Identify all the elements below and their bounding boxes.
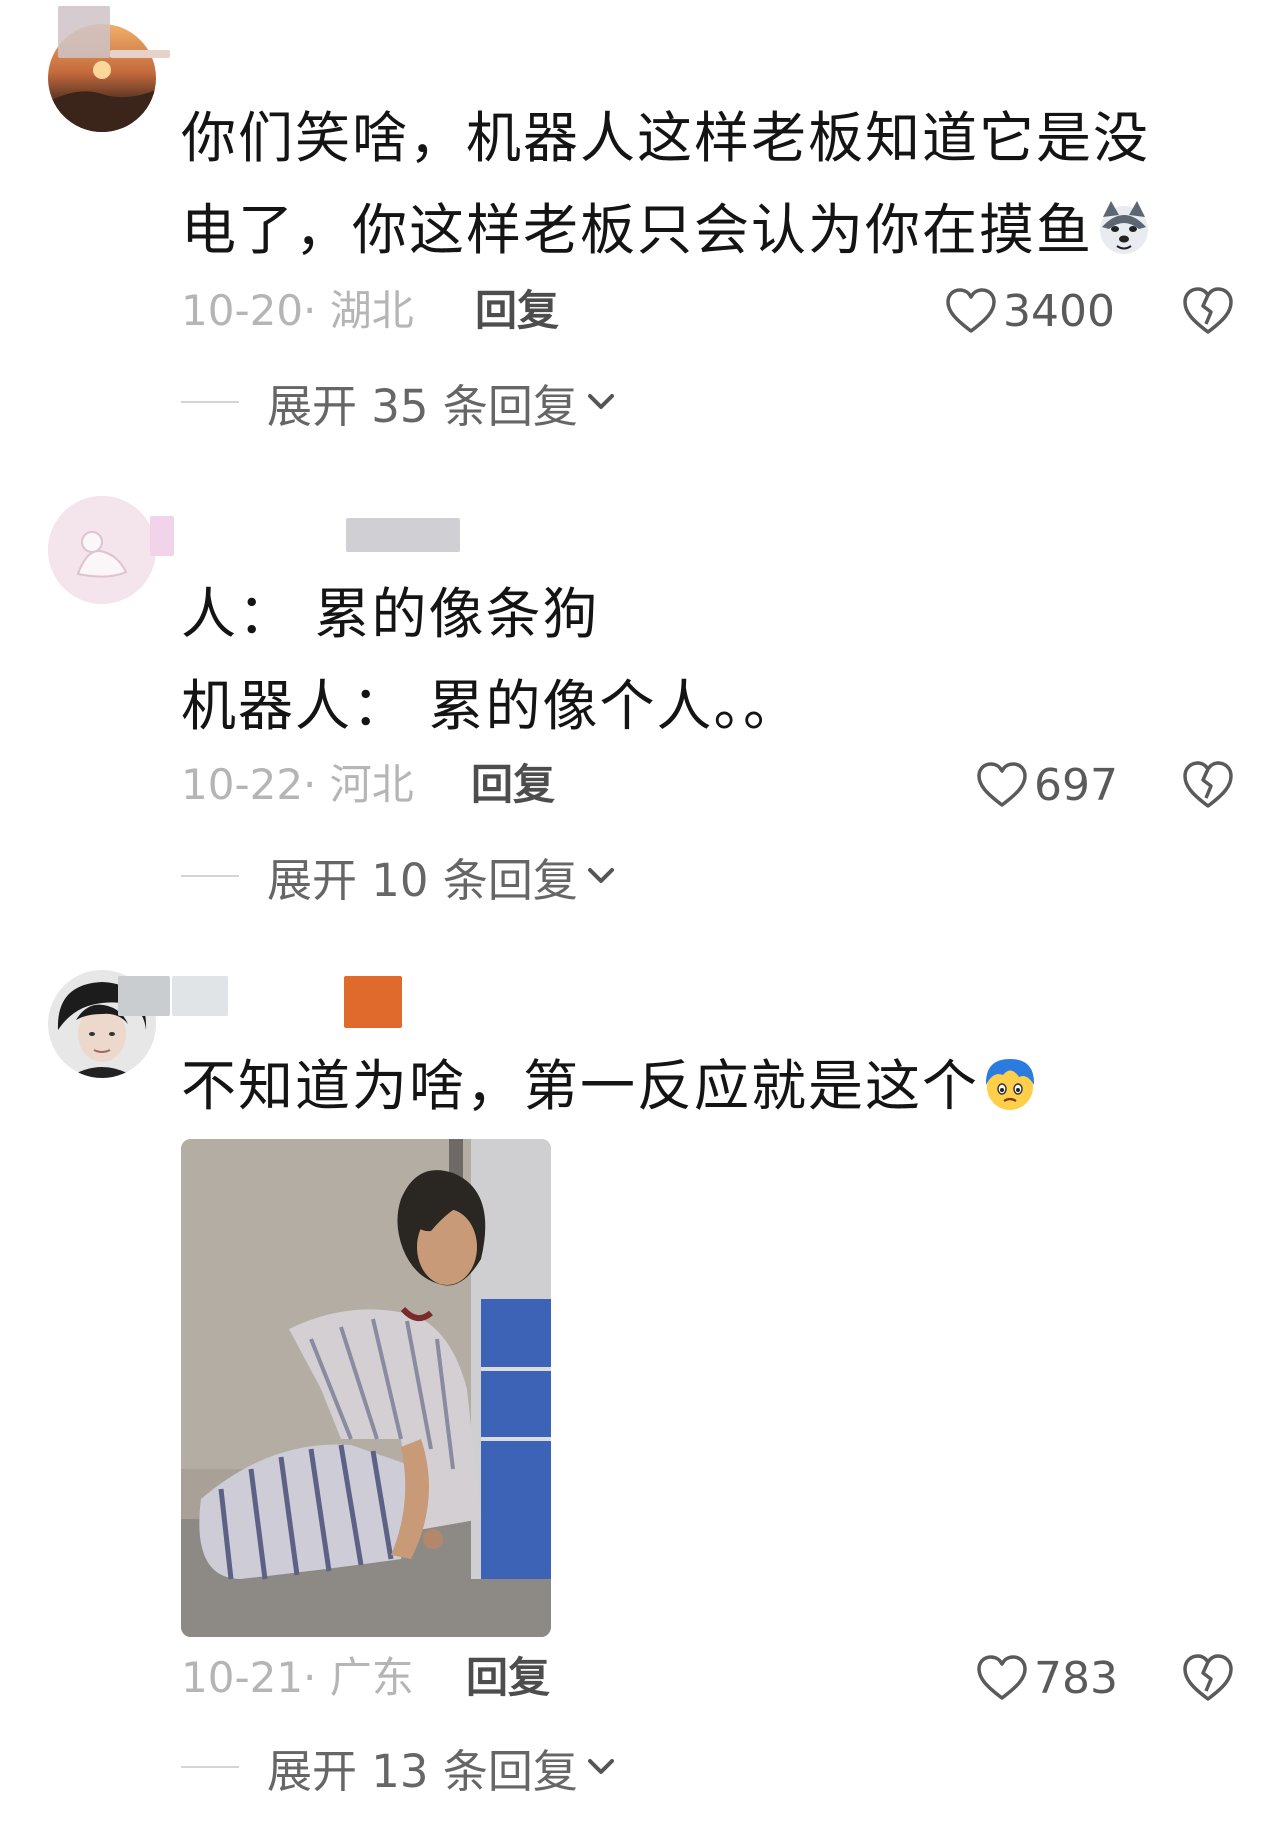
like-count: 697 (1034, 759, 1118, 811)
expand-label: 展开 13 条回复 (267, 1744, 578, 1798)
divider (181, 401, 239, 403)
comment-text: 人： 累的像条狗 机器人： 累的像个人。。 (181, 568, 1241, 752)
username-blurred (118, 976, 170, 1016)
comment-line: 人： 累的像条狗 (181, 582, 600, 646)
comment-date: 10-22 (181, 760, 304, 809)
like-count: 3400 (1003, 285, 1115, 337)
comment-date: 10-21 (181, 1653, 304, 1702)
chevron-down-icon (587, 1759, 614, 1774)
broken-heart-icon (1183, 1654, 1233, 1701)
flushed-blue-hair-emoji (981, 1048, 1039, 1110)
like-button[interactable]: 697 (976, 755, 1118, 815)
user-badge-blurred (344, 976, 402, 1028)
husky-dog-emoji (1095, 192, 1153, 254)
expand-label: 展开 10 条回复 (267, 853, 578, 907)
heart-outline-icon (946, 288, 996, 333)
username-blurred (58, 6, 110, 58)
comment-location: · 河北 (303, 760, 414, 809)
like-count: 783 (1034, 1652, 1118, 1704)
like-button[interactable]: 783 (976, 1648, 1118, 1708)
reply-button[interactable]: 回复 (471, 755, 555, 815)
heart-outline-icon (977, 762, 1027, 807)
comment-image[interactable] (181, 1139, 551, 1637)
comment-line: 机器人： 累的像个人。。 (181, 674, 800, 738)
expand-label: 展开 35 条回复 (267, 379, 578, 433)
expand-replies[interactable]: 展开 13 条回复 (181, 1737, 616, 1798)
broken-heart-icon (1183, 287, 1233, 334)
dislike-button[interactable] (1181, 1651, 1235, 1705)
comment-line: 不知道为啥，第一反应就是这个 (181, 1040, 1241, 1132)
username-blurred (172, 976, 228, 1016)
dislike-button[interactable] (1181, 758, 1235, 812)
divider (181, 875, 239, 877)
comment-line: 你们笑啥，机器人这样老板知道它是没 (181, 106, 1151, 170)
heart-outline-icon (977, 1655, 1027, 1700)
chevron-down-icon (587, 394, 614, 409)
dislike-button[interactable] (1181, 284, 1235, 338)
doll-photo (181, 1139, 551, 1637)
comment-line: 电了，你这样老板只会认为你在摸鱼 (181, 184, 1241, 276)
username-blurred (150, 516, 174, 556)
expand-replies[interactable]: 展开 35 条回复 (181, 372, 616, 433)
like-button[interactable]: 3400 (945, 281, 1115, 341)
avatar[interactable] (48, 496, 156, 604)
comment-text: 不知道为啥，第一反应就是这个 (181, 1040, 1241, 1132)
comment-location: · 湖北 (303, 286, 414, 335)
comment-text: 你们笑啥，机器人这样老板知道它是没 电了，你这样老板只会认为你在摸鱼 (181, 92, 1241, 276)
comment-date: 10-20 (181, 286, 304, 335)
expand-replies[interactable]: 展开 10 条回复 (181, 846, 616, 907)
comment-location: · 广东 (303, 1653, 414, 1702)
reply-button[interactable]: 回复 (475, 281, 559, 341)
chevron-down-icon (587, 868, 614, 883)
username-blurred (110, 50, 170, 58)
reply-button[interactable]: 回复 (466, 1648, 550, 1708)
broken-heart-icon (1183, 761, 1233, 808)
divider (181, 1766, 239, 1768)
username-blurred (346, 518, 460, 552)
